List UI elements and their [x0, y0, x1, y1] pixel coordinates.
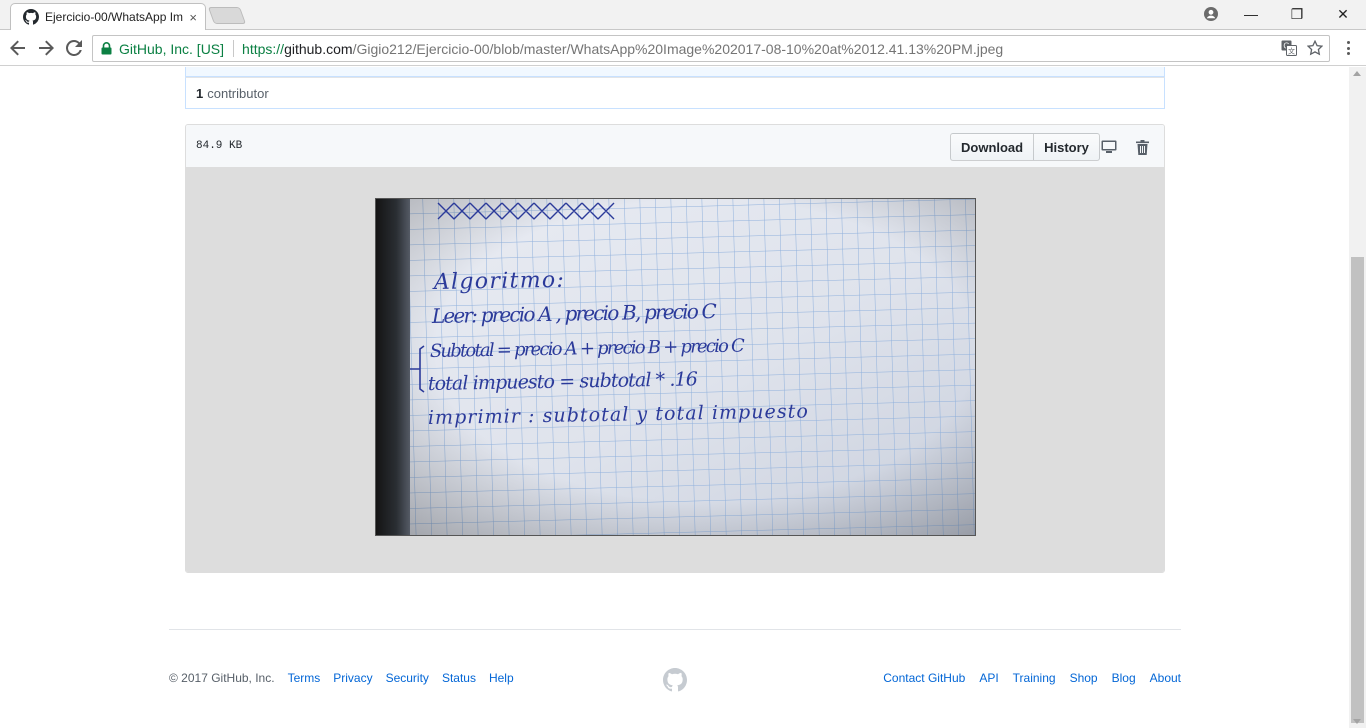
scroll-up-icon[interactable] — [1353, 71, 1361, 76]
new-tab-button[interactable] — [207, 7, 247, 24]
page-scrollbar[interactable] — [1349, 67, 1366, 728]
footer-link-security[interactable]: Security — [386, 671, 429, 685]
footer-copyright: © 2017 GitHub, Inc. — [169, 671, 275, 685]
download-button[interactable]: Download — [950, 133, 1035, 161]
notebook-photo: Algoritmo: Leer: precio A , precio B, pr… — [375, 198, 976, 536]
file-box: 84.9 KB Download History Algoritmo: Leer… — [185, 124, 1165, 573]
desktop-icon[interactable] — [1100, 138, 1118, 156]
footer-link-help[interactable]: Help — [489, 671, 514, 685]
menu-icon[interactable] — [1340, 39, 1356, 57]
url-scheme: https:// — [242, 40, 285, 57]
handwriting-line-1: Algoritmo: — [432, 268, 564, 295]
url-host: github.com — [284, 40, 353, 57]
handwriting-line-2: Leer: precio A , precio B, precio C — [431, 299, 717, 328]
footer-link-about[interactable]: About — [1150, 671, 1181, 685]
address-bar[interactable]: GitHub, Inc. [US] https://github.com/Gig… — [92, 35, 1330, 62]
back-arrow-icon[interactable] — [7, 37, 29, 59]
omnibox-separator — [233, 40, 235, 57]
trash-icon[interactable] — [1133, 138, 1151, 156]
footer-link-contact[interactable]: Contact GitHub — [883, 671, 965, 685]
footer-link-blog[interactable]: Blog — [1112, 671, 1136, 685]
omnibox-actions: G文 — [1281, 39, 1324, 59]
lock-icon — [101, 42, 112, 55]
file-actions: Download History — [950, 133, 1100, 161]
github-logo-icon[interactable] — [663, 668, 687, 692]
ev-certificate-label[interactable]: GitHub, Inc. [US] — [119, 41, 224, 57]
footer-link-privacy[interactable]: Privacy — [333, 671, 372, 685]
svg-text:文: 文 — [1288, 47, 1295, 56]
site-footer: © 2017 GitHub, Inc. Terms Privacy Securi… — [169, 668, 1181, 692]
minimize-button[interactable]: — — [1228, 0, 1274, 28]
star-icon[interactable] — [1306, 39, 1324, 59]
scrollbar-thumb[interactable] — [1351, 257, 1364, 723]
browser-tab[interactable]: Ejercicio-00/WhatsApp Im × — [10, 3, 206, 30]
browser-toolbar: GitHub, Inc. [US] https://github.com/Gig… — [0, 30, 1366, 66]
footer-right: Contact GitHub API Training Shop Blog Ab… — [883, 671, 1181, 685]
footer-link-training[interactable]: Training — [1013, 671, 1056, 685]
restore-button[interactable]: ❐ — [1274, 0, 1320, 28]
scroll-down-icon[interactable] — [1353, 719, 1361, 724]
file-header: 84.9 KB Download History — [186, 125, 1164, 168]
tab-close-icon[interactable]: × — [189, 10, 197, 25]
tab-title: Ejercicio-00/WhatsApp Im — [45, 10, 184, 24]
contributor-label: contributor — [207, 85, 269, 101]
footer-left: © 2017 GitHub, Inc. Terms Privacy Securi… — [169, 671, 514, 685]
commit-tease — [185, 67, 1165, 77]
profile-icon[interactable] — [1194, 0, 1228, 28]
contributor-count: 1 — [196, 85, 204, 101]
footer-link-terms[interactable]: Terms — [288, 671, 321, 685]
footer-link-shop[interactable]: Shop — [1070, 671, 1098, 685]
contributors-bar[interactable]: 1 contributor — [185, 77, 1165, 109]
github-favicon-icon — [23, 9, 39, 25]
history-button[interactable]: History — [1034, 133, 1100, 161]
footer-link-status[interactable]: Status — [442, 671, 476, 685]
window-controls: — ❐ ✕ — [1194, 0, 1366, 28]
tab-strip: Ejercicio-00/WhatsApp Im × — ❐ ✕ — [0, 0, 1366, 30]
page-viewport: 1 contributor 84.9 KB Download History A… — [0, 67, 1349, 728]
image-viewer: Algoritmo: Leer: precio A , precio B, pr… — [186, 168, 1164, 572]
footer-divider — [169, 629, 1181, 630]
file-size: 84.9 KB — [196, 140, 243, 152]
reload-icon[interactable] — [63, 37, 85, 59]
translate-icon[interactable]: G文 — [1281, 40, 1297, 59]
url-path: /Gigio212/Ejercicio-00/blob/master/Whats… — [352, 40, 1004, 57]
forward-arrow-icon[interactable] — [35, 37, 57, 59]
footer-link-api[interactable]: API — [979, 671, 998, 685]
handwriting-line-4: total impuesto = subtotal * .16 — [428, 368, 698, 395]
close-window-button[interactable]: ✕ — [1320, 0, 1366, 28]
